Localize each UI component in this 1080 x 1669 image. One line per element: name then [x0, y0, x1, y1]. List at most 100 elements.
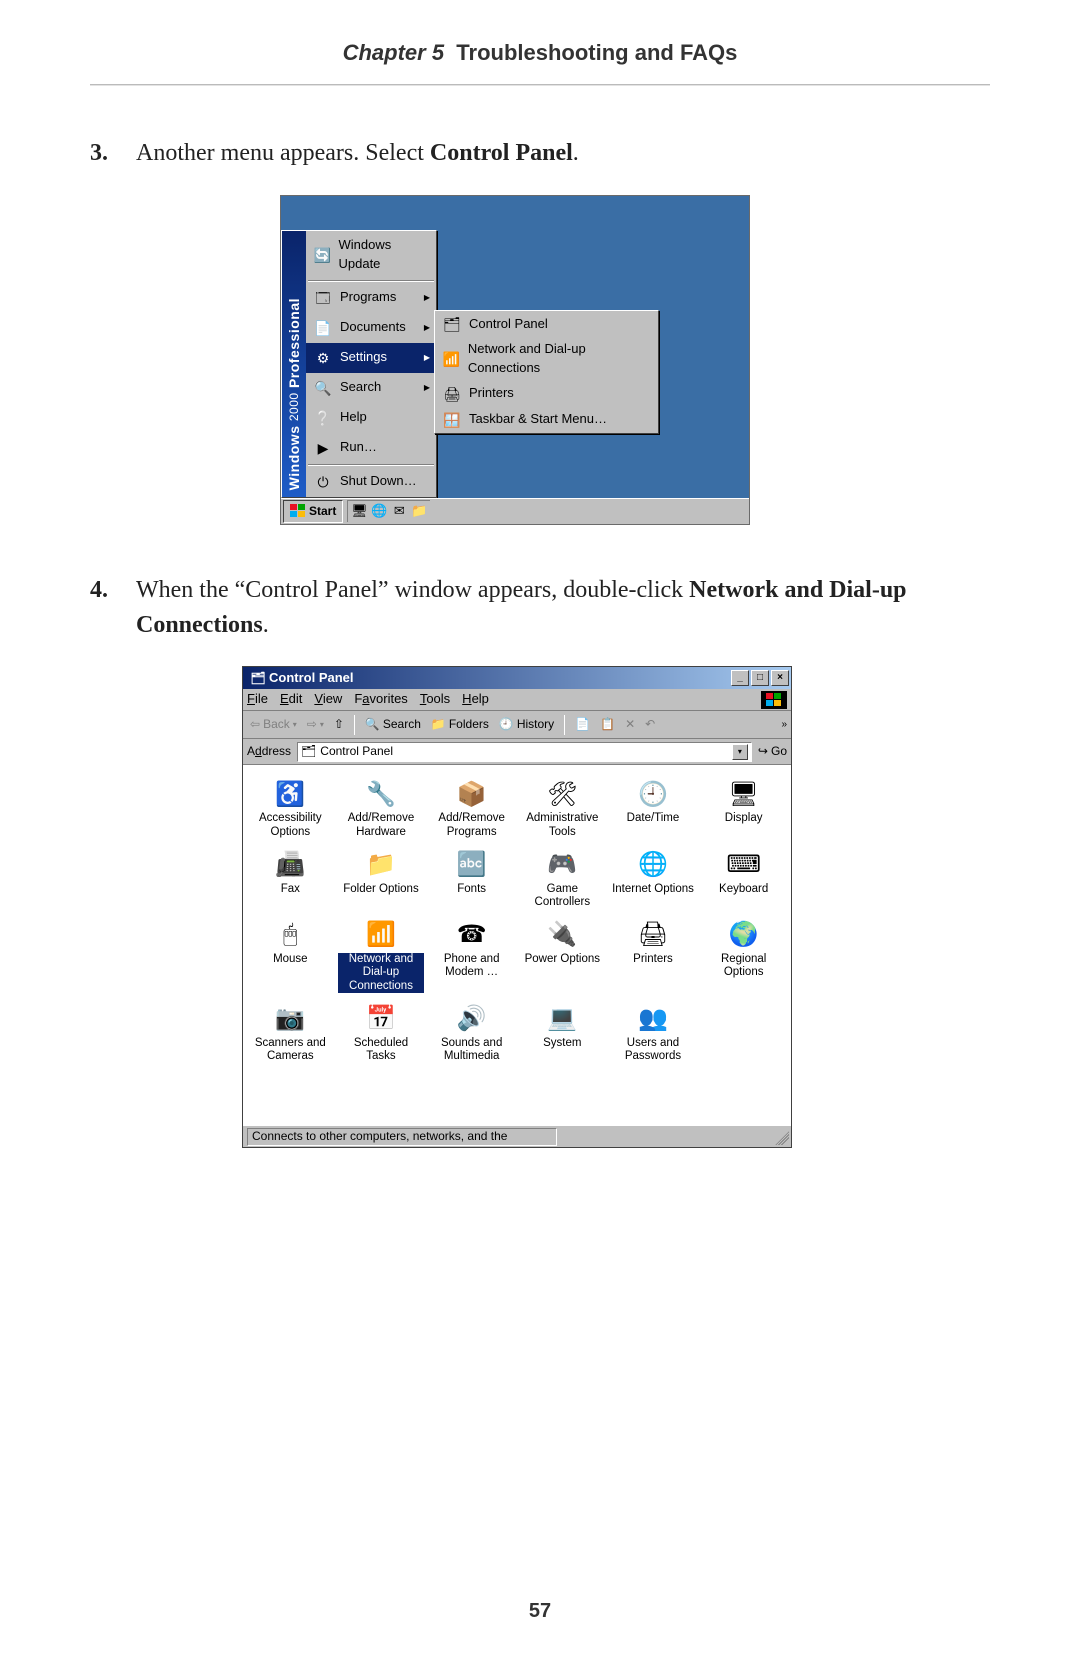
cp-item-dt[interactable]: 🕘Date/Time [610, 776, 697, 838]
menu-item-shutdown[interactable]: ⏻Shut Down… [306, 467, 436, 497]
cp-item-fax[interactable]: 📠Fax [247, 847, 334, 909]
status-text: Connects to other computers, networks, a… [247, 1128, 557, 1146]
maximize-button[interactable]: □ [751, 670, 769, 686]
step-4: 4. When the “Control Panel” window appea… [90, 573, 990, 1149]
cp-item-sound[interactable]: 🔊Sounds and Multimedia [428, 1001, 515, 1063]
cp-item-fopt[interactable]: 📁Folder Options [338, 847, 425, 909]
settings-submenu: 🗂Control Panel 📶Network and Dial-up Conn… [434, 310, 659, 434]
menu-item-settings[interactable]: ⚙Settings▶ [306, 343, 436, 373]
banner-sub: 2000 [287, 393, 301, 422]
menu-item-help[interactable]: ❔Help [306, 403, 436, 433]
search-button[interactable]: 🔍Search [362, 714, 424, 735]
chapter-title: Troubleshooting and FAQs [456, 40, 737, 65]
cp-item-admin[interactable]: 🛠Administrative Tools [519, 776, 606, 838]
separator [354, 715, 355, 735]
toolbar: ⇦ Back ▾ ⇨ ▾ ⇧ 🔍Search 📁Folders 🕘History… [243, 711, 791, 739]
network-icon: 📶 [441, 349, 462, 369]
windows-update-icon: 🔄 [312, 245, 332, 265]
menu-tools[interactable]: Tools [420, 690, 450, 709]
power-icon: 🔌 [544, 919, 580, 951]
submenu-network[interactable]: 📶Network and Dial-up Connections [435, 337, 658, 381]
move-to-button[interactable]: 📄 [572, 714, 593, 735]
delete-button[interactable]: ✕ [622, 714, 638, 735]
menu-edit[interactable]: Edit [280, 690, 302, 709]
window: 🗂 Control Panel _ □ × File Edit View Fav… [242, 666, 792, 1148]
menu-item-run[interactable]: ▶Run… [306, 433, 436, 463]
cp-item-label: Phone and Modem … [428, 953, 515, 979]
undo-button[interactable]: ↶ [642, 714, 658, 735]
menu-help[interactable]: Help [462, 690, 489, 709]
sched-icon: 📅 [363, 1003, 399, 1035]
start-menu: Windows 2000 Professional 🔄Windows Updat… [281, 230, 437, 498]
cp-item-power[interactable]: 🔌 Power Options [519, 917, 606, 993]
resize-grip[interactable] [775, 1131, 789, 1145]
cp-item-reg[interactable]: 🌍Regional Options [700, 917, 787, 993]
settings-icon: ⚙ [312, 348, 334, 368]
cp-item-label: Power Options [525, 953, 600, 966]
menu-item-search[interactable]: 🔍Search▶ [306, 373, 436, 403]
ql-explorer-icon[interactable]: 📁 [410, 503, 428, 521]
cp-item-label: Fonts [457, 883, 486, 896]
step-4-post: . [263, 612, 269, 638]
address-field[interactable]: 🗂 Control Panel ▾ [297, 742, 752, 762]
header-rule [90, 84, 990, 86]
menu-item-programs[interactable]: 🗔Programs▶ [306, 283, 436, 313]
cp-item-arhw[interactable]: 🔧Add/Remove Hardware [338, 776, 425, 838]
cp-item-label: Accessibility Options [247, 812, 334, 838]
start-menu-items: 🔄Windows Update 🗔Programs▶ 📄Documents▶ ⚙… [306, 231, 436, 497]
cp-item-net[interactable]: 📶Network and Dial-up Connections [338, 917, 425, 993]
folders-button[interactable]: 📁Folders [428, 714, 492, 735]
sound-icon: 🔊 [454, 1003, 490, 1035]
inet-icon: 🌐 [635, 849, 671, 881]
menu-favorites[interactable]: Favorites [354, 690, 407, 709]
ql-outlook-icon[interactable]: ✉ [390, 503, 408, 521]
cp-item-mouse[interactable]: 🖱Mouse [247, 917, 334, 993]
menu-file[interactable]: File [247, 690, 268, 709]
cp-item-phone[interactable]: ☎Phone and Modem … [428, 917, 515, 993]
go-button[interactable]: ↪ Go [758, 743, 787, 760]
menu-item-windows-update[interactable]: 🔄Windows Update [306, 231, 436, 279]
figure-start-menu: Windows 2000 Professional 🔄Windows Updat… [280, 195, 750, 525]
history-button[interactable]: 🕘History [496, 714, 557, 735]
up-button[interactable]: ⇧ [331, 714, 347, 735]
cp-item-prn[interactable]: 🖨Printers [610, 917, 697, 993]
arrow-icon: ▶ [424, 292, 430, 304]
cp-item-access[interactable]: ♿Accessibility Options [247, 776, 334, 838]
menu-item-documents[interactable]: 📄Documents▶ [306, 313, 436, 343]
address-label: Address [247, 743, 291, 760]
cp-item-arprg[interactable]: 📦Add/Remove Programs [428, 776, 515, 838]
ql-ie-icon[interactable]: 🌐 [370, 503, 388, 521]
run-icon: ▶ [312, 438, 334, 458]
taskbar-icon: 🪟 [441, 410, 463, 430]
cp-item-game[interactable]: 🎮Game Controllers [519, 847, 606, 909]
cp-item-kbd[interactable]: ⌨Keyboard [700, 847, 787, 909]
cp-item-label: Sounds and Multimedia [428, 1037, 515, 1063]
close-button[interactable]: × [771, 670, 789, 686]
address-dropdown[interactable]: ▾ [732, 744, 748, 760]
cp-item-disp[interactable]: 🖥Display [700, 776, 787, 838]
back-button[interactable]: ⇦ Back ▾ [247, 714, 300, 735]
cp-item-sched[interactable]: 📅Scheduled Tasks [338, 1001, 425, 1063]
statusbar: Connects to other computers, networks, a… [243, 1125, 791, 1147]
ql-desktop-icon[interactable]: 🖥 [350, 503, 368, 521]
submenu-taskbar[interactable]: 🪟Taskbar & Start Menu… [435, 407, 658, 433]
cp-item-label: Internet Options [612, 883, 694, 896]
cp-item-fonts[interactable]: 🔤Fonts [428, 847, 515, 909]
arprg-icon: 📦 [454, 778, 490, 810]
menu-view[interactable]: View [314, 690, 342, 709]
submenu-control-panel[interactable]: 🗂Control Panel [435, 311, 658, 337]
cp-item-scan[interactable]: 📷Scanners and Cameras [247, 1001, 334, 1063]
menubar: File Edit View Favorites Tools Help [243, 689, 791, 711]
cp-item-inet[interactable]: 🌐 Internet Options [610, 847, 697, 909]
cp-item-sys[interactable]: 💻System [519, 1001, 606, 1063]
toolbar-overflow[interactable]: » [781, 718, 787, 733]
forward-button[interactable]: ⇨ ▾ [304, 714, 327, 735]
copy-to-button[interactable]: 📋 [597, 714, 618, 735]
submenu-printers[interactable]: 🖨Printers [435, 381, 658, 407]
cp-item-users[interactable]: 👥Users and Passwords [610, 1001, 697, 1063]
start-button[interactable]: Start [283, 500, 343, 523]
cp-item-label: Scanners and Cameras [247, 1037, 334, 1063]
cp-item-label: Printers [633, 953, 673, 966]
minimize-button[interactable]: _ [731, 670, 749, 686]
separator [564, 715, 565, 735]
